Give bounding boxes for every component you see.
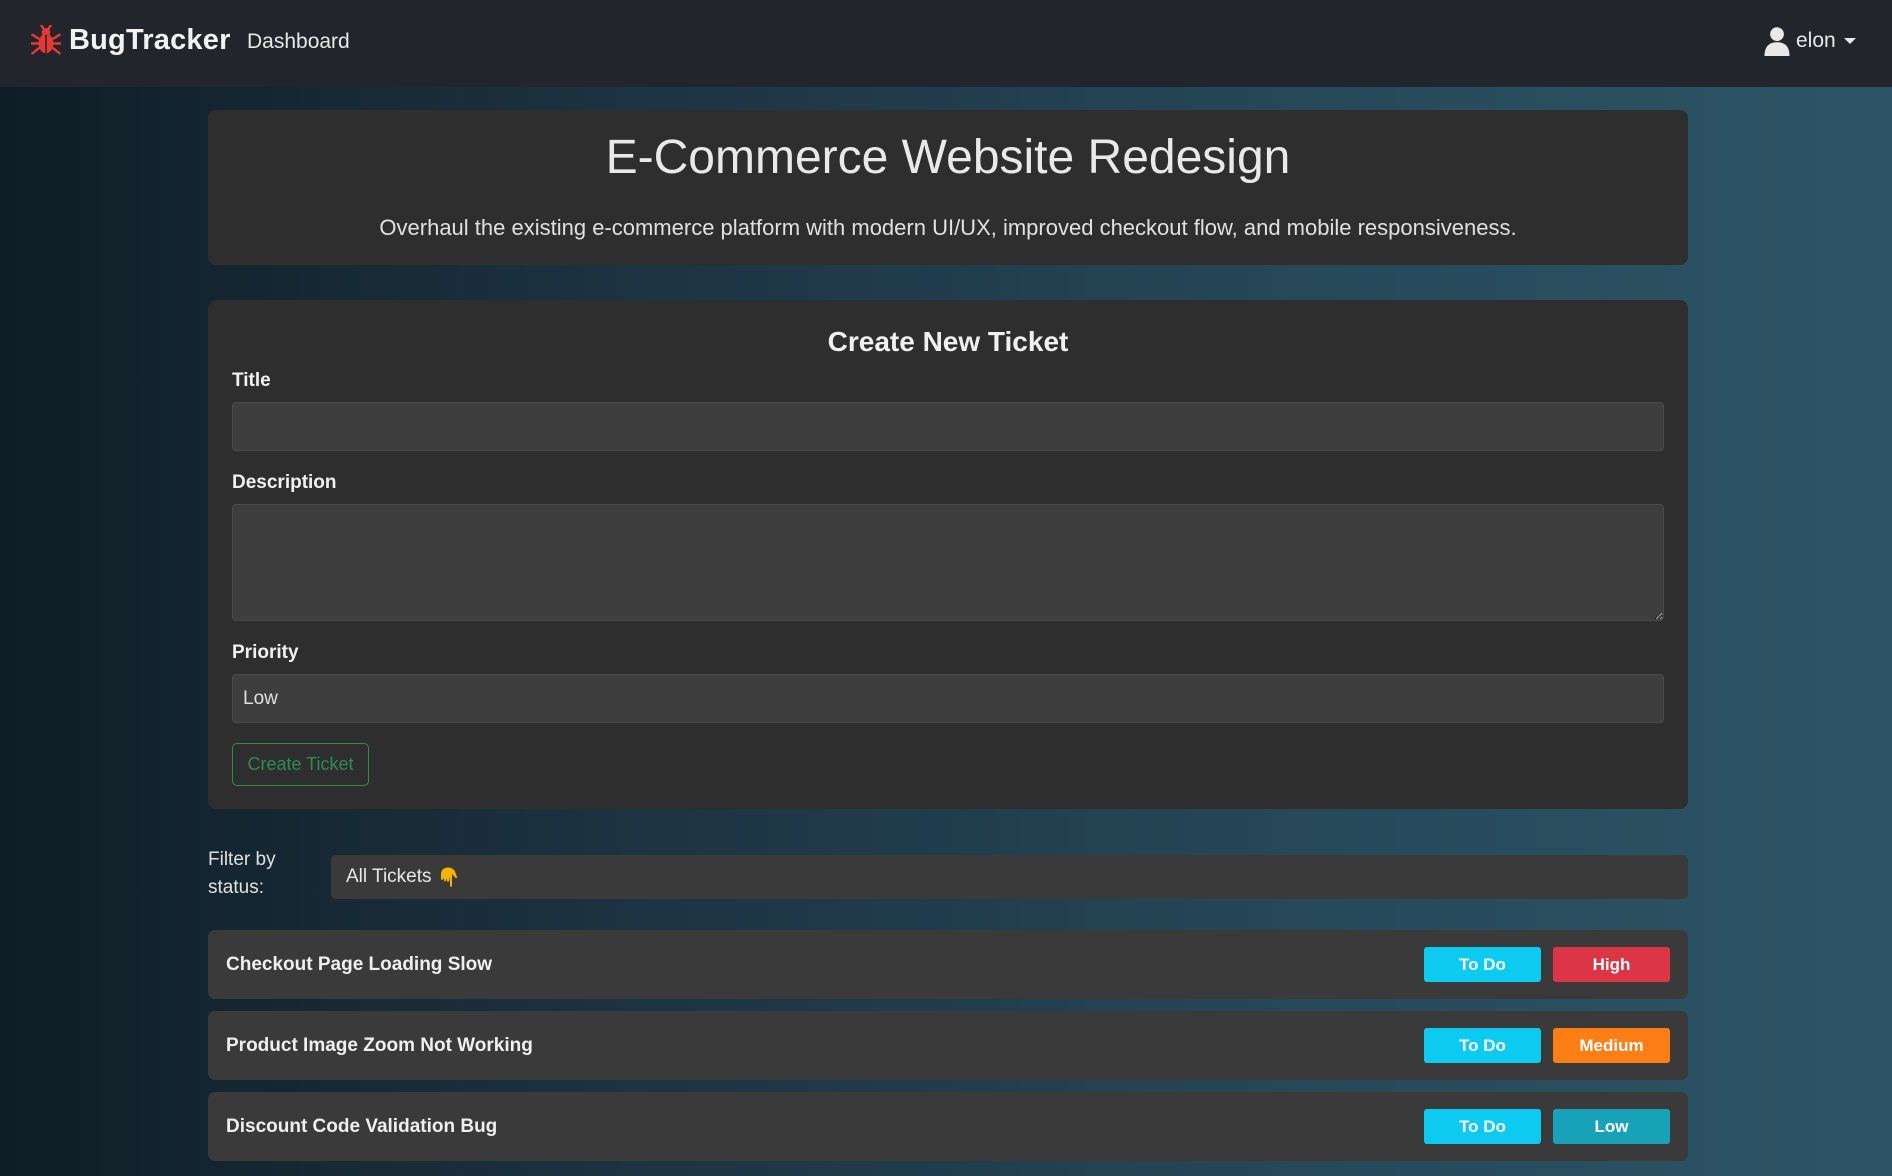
status-badge[interactable]: To Do [1424, 1028, 1541, 1063]
bug-icon [31, 24, 61, 55]
ticket-title: Discount Code Validation Bug [226, 1116, 498, 1137]
project-description: Overhaul the existing e-commerce platfor… [379, 215, 1517, 240]
user-icon [1764, 27, 1790, 56]
priority-badge[interactable]: High [1553, 947, 1670, 982]
status-filter-select[interactable]: All Tickets [331, 855, 1688, 899]
navbar: BugTracker Dashboard elon [0, 0, 1892, 87]
user-menu-dropdown[interactable]: elon [1764, 26, 1856, 56]
status-badge[interactable]: To Do [1424, 947, 1541, 982]
priority-select[interactable]: Low [232, 674, 1664, 723]
priority-label: Priority [232, 642, 299, 663]
priority-selected-value: Low [243, 687, 278, 709]
project-header-card: E-Commerce Website Redesign Overhaul the… [208, 110, 1688, 265]
user-name: elon [1796, 29, 1836, 52]
brand-link[interactable]: BugTracker [31, 24, 231, 57]
title-label: Title [232, 370, 271, 391]
project-title: E-Commerce Website Redesign [605, 131, 1291, 184]
pointing-down-hand-icon [440, 867, 457, 887]
ticket-title: Product Image Zoom Not Working [226, 1035, 533, 1056]
status-badge[interactable]: To Do [1424, 1109, 1541, 1144]
priority-badge[interactable]: Medium [1553, 1028, 1670, 1063]
description-textarea[interactable] [232, 504, 1664, 621]
title-input[interactable] [232, 402, 1664, 451]
ticket-item[interactable]: Checkout Page Loading Slow To Do High [208, 930, 1688, 999]
create-ticket-button[interactable]: Create Ticket [232, 743, 369, 786]
priority-badge[interactable]: Low [1553, 1109, 1670, 1144]
ticket-title: Checkout Page Loading Slow [226, 954, 493, 975]
ticket-item[interactable]: Discount Code Validation Bug To Do Low [208, 1092, 1688, 1161]
create-ticket-form: Create New Ticket Title Description Prio… [208, 300, 1688, 809]
form-heading: Create New Ticket [827, 326, 1069, 357]
filter-label: Filter by status: [208, 849, 276, 898]
chevron-down-icon [1843, 38, 1856, 44]
description-label: Description [232, 472, 337, 493]
brand-name: BugTracker [69, 24, 231, 56]
ticket-item[interactable]: Product Image Zoom Not Working To Do Med… [208, 1011, 1688, 1080]
nav-link-dashboard[interactable]: Dashboard [247, 30, 350, 54]
filter-selected-value: All Tickets [346, 866, 432, 887]
